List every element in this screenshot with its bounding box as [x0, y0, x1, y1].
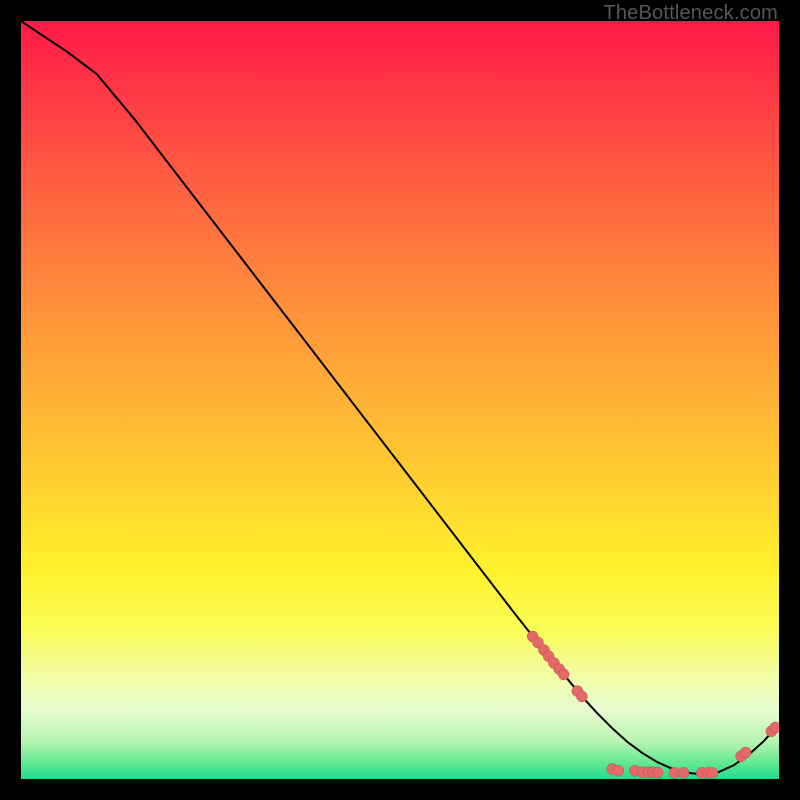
plot-area: [21, 21, 779, 779]
watermark-text: TheBottleneck.com: [603, 2, 778, 25]
chart-frame: { "watermark": "TheBottleneck.com", "col…: [0, 0, 800, 800]
